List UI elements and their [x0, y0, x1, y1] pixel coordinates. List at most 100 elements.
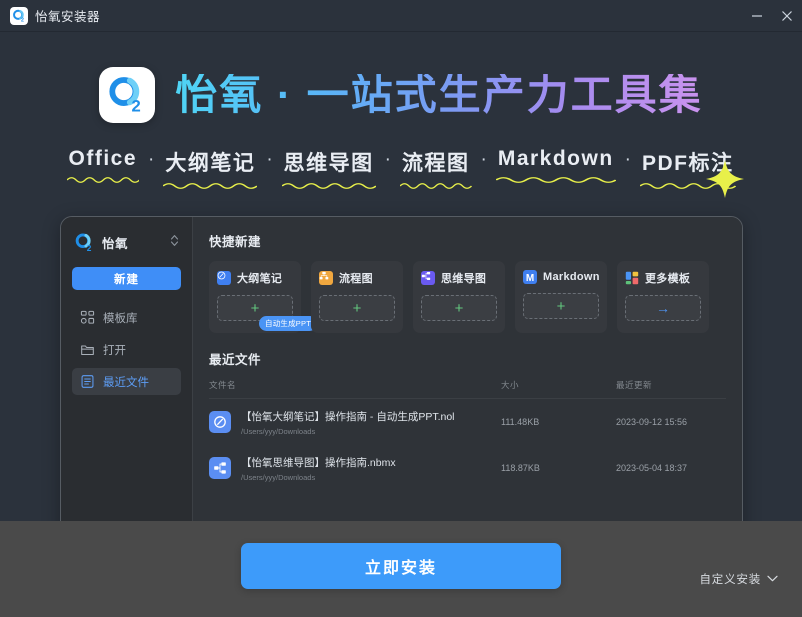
column-header-name: 文件名: [209, 379, 501, 391]
plus-icon: +: [557, 299, 566, 314]
feature-item: 大纲笔记: [163, 147, 257, 189]
app-logo-icon: 2: [10, 7, 28, 25]
quick-create-card[interactable]: M Markdown +: [515, 261, 607, 333]
quick-create-cards: 大纲笔记+自动生成PPT流程图+思维导图+MMarkdown+更多模板→: [209, 261, 726, 333]
quick-create-card[interactable]: 大纲笔记+自动生成PPT: [209, 261, 301, 333]
preview-main: 快捷新建 大纲笔记+自动生成PPT流程图+思维导图+MMarkdown+更多模板…: [193, 217, 742, 521]
more-templates-icon: [625, 271, 639, 285]
sidebar-item-open-label: 打开: [103, 342, 126, 358]
sidebar-item-templates-label: 模板库: [103, 310, 138, 326]
card-action-dropzone[interactable]: →: [625, 295, 701, 321]
recent-files-list: 【怡氧大纲笔记】操作指南 - 自动生成PPT.nol/Users/yyy/Dow…: [209, 399, 726, 491]
template-grid-icon: [80, 310, 95, 325]
recent-files-header: 文件名 大小 最近更新: [209, 379, 726, 399]
title-bar: 2 怡氧安装器: [0, 0, 802, 32]
recent-file-updated: 2023-05-04 18:37: [616, 463, 726, 473]
feature-separator: ·: [376, 147, 400, 173]
new-document-button[interactable]: 新建: [72, 267, 181, 290]
quick-create-title: 快捷新建: [209, 231, 726, 250]
chevron-updown-icon[interactable]: [170, 234, 179, 252]
recent-file-path: /Users/yyy/Downloads: [241, 473, 396, 482]
feature-item: 思维导图: [282, 147, 376, 189]
brand-row: 2 怡氧 · 一站式生产力工具集: [0, 67, 802, 123]
close-button[interactable]: [772, 0, 802, 32]
quick-create-card[interactable]: 思维导图 +: [413, 261, 505, 333]
recent-file-name: 【怡氧思维导图】操作指南.nbmx: [241, 455, 396, 470]
recent-file-size: 111.48KB: [501, 417, 616, 427]
feature-separator: ·: [472, 147, 496, 173]
card-badge: 自动生成PPT: [259, 316, 317, 331]
recent-file-texts: 【怡氧大纲笔记】操作指南 - 自动生成PPT.nol/Users/yyy/Dow…: [241, 409, 455, 436]
card-action-dropzone[interactable]: +: [319, 295, 395, 321]
sidebar-item-recent-files-label: 最近文件: [103, 374, 149, 390]
window-title: 怡氧安装器: [35, 6, 100, 25]
card-header: 思维导图: [421, 270, 497, 286]
feature-list: Office·大纲笔记·思维导图·流程图·Markdown·PDF标注: [0, 147, 802, 189]
card-label: 大纲笔记: [237, 270, 282, 286]
recent-file-path: /Users/yyy/Downloads: [241, 427, 455, 436]
footer-bar: 立即安装 自定义安装: [0, 521, 802, 617]
recent-file-name: 【怡氧大纲笔记】操作指南 - 自动生成PPT.nol: [241, 409, 455, 424]
minimize-button[interactable]: [742, 0, 772, 32]
hero-title: 怡氧 · 一站式生产力工具集: [175, 74, 702, 116]
card-action-dropzone[interactable]: +: [523, 293, 599, 319]
feature-separator: ·: [257, 147, 281, 173]
feature-item-label: 大纲笔记: [165, 152, 255, 175]
plus-icon: +: [251, 301, 260, 316]
column-header-size: 大小: [501, 379, 616, 391]
feature-item: Markdown: [496, 147, 616, 183]
sidebar-item-templates[interactable]: 模板库: [72, 304, 181, 331]
quick-create-card[interactable]: 更多模板 →: [617, 261, 709, 333]
card-header: 流程图: [319, 270, 395, 286]
feature-separator: ·: [616, 147, 640, 173]
hero-section: 2 怡氧 · 一站式生产力工具集 Office·大纲笔记·思维导图·流程图·Ma…: [0, 32, 802, 521]
recent-file-row[interactable]: 【怡氧大纲笔记】操作指南 - 自动生成PPT.nol/Users/yyy/Dow…: [209, 399, 726, 445]
preview-brand[interactable]: 2 怡氧: [72, 232, 181, 253]
feature-item-label: 思维导图: [284, 152, 374, 175]
recent-file-updated: 2023-09-12 15:56: [616, 417, 726, 427]
folder-open-icon: [80, 342, 95, 357]
mindmap-file-icon: [209, 457, 231, 479]
svg-text:M: M: [526, 273, 534, 284]
sidebar-item-recent-files[interactable]: 最近文件: [72, 368, 181, 395]
o2-logo-icon: 2: [74, 232, 95, 253]
feature-item-label: Office: [69, 147, 138, 170]
feature-item-label: 流程图: [402, 152, 470, 175]
plus-icon: +: [353, 301, 362, 316]
column-header-updated: 最近更新: [616, 379, 726, 391]
o2-brand-logo-icon: 2: [99, 67, 155, 123]
mindmap-icon: [421, 271, 435, 285]
chevron-down-icon: [767, 573, 778, 585]
svg-text:2: 2: [21, 17, 24, 23]
svg-text:2: 2: [132, 97, 141, 116]
arrow-right-icon: →: [656, 301, 670, 315]
recent-file-size: 118.87KB: [501, 463, 616, 473]
recent-file-row[interactable]: 【怡氧思维导图】操作指南.nbmx/Users/yyy/Downloads 118…: [209, 445, 726, 491]
feature-item: 流程图: [400, 147, 472, 189]
document-list-icon: [80, 374, 95, 389]
card-action-dropzone[interactable]: +: [421, 295, 497, 321]
preview-sidebar: 2 怡氧 新建: [61, 217, 193, 521]
recent-files-title: 最近文件: [209, 349, 726, 368]
sidebar-item-open[interactable]: 打开: [72, 336, 181, 363]
feature-separator: ·: [139, 147, 163, 173]
card-header: M Markdown: [523, 270, 599, 284]
recent-file-texts: 【怡氧思维导图】操作指南.nbmx/Users/yyy/Downloads: [241, 455, 396, 482]
markdown-icon: M: [523, 270, 537, 284]
install-now-button[interactable]: 立即安装: [241, 543, 561, 589]
installer-window: 2 怡氧安装器 2 怡氧 · 一站式生产力工具集: [0, 0, 802, 617]
outline-note-icon: [217, 271, 231, 285]
svg-text:2: 2: [87, 243, 92, 253]
flowchart-icon: [319, 271, 333, 285]
card-label: 思维导图: [441, 270, 486, 286]
preview-brand-name: 怡氧: [102, 233, 170, 252]
hero-header: 2 怡氧 · 一站式生产力工具集 Office·大纲笔记·思维导图·流程图·Ma…: [0, 32, 802, 222]
card-label: Markdown: [543, 271, 600, 283]
card-label: 流程图: [339, 270, 373, 286]
feature-item: Office: [67, 147, 140, 183]
card-header: 更多模板: [625, 270, 701, 286]
custom-install-toggle[interactable]: 自定义安装: [700, 571, 779, 587]
plus-icon: +: [455, 301, 464, 316]
outline-note-file-icon: [209, 411, 231, 433]
quick-create-card[interactable]: 流程图 +: [311, 261, 403, 333]
